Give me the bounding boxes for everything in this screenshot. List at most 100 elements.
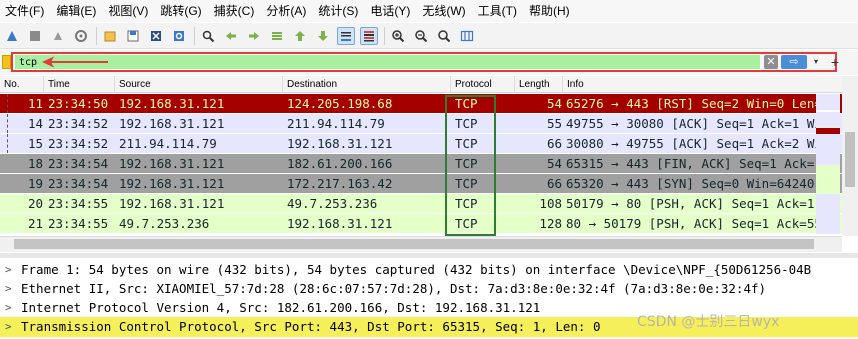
packet-source: 49.7.253.236 <box>119 216 210 231</box>
column-header-time[interactable]: Time <box>44 76 115 93</box>
menu-telephony[interactable]: 电话(Y) <box>364 0 416 22</box>
packet-info: 65315 → 443 [FIN, ACK] Seq=1 Ack=1 W <box>566 156 837 171</box>
add-filter-button[interactable]: + <box>828 53 842 71</box>
packet-time: 23:34:55 <box>48 196 109 211</box>
packet-destination: 192.168.31.121 <box>287 216 393 231</box>
go-forward-icon[interactable] <box>245 27 263 45</box>
go-back-icon[interactable] <box>222 27 240 45</box>
go-first-icon[interactable] <box>291 27 309 45</box>
save-file-icon[interactable] <box>124 27 142 45</box>
packet-destination: 182.61.200.166 <box>287 156 393 171</box>
packet-source: 192.168.31.121 <box>119 116 225 131</box>
packet-row[interactable]: 18 23:34:54 192.168.31.121 182.61.200.16… <box>0 154 842 173</box>
packet-info: 80 → 50179 [PSH, ACK] Seq=1 Ack=55 W <box>566 216 837 231</box>
packet-protocol: TCP <box>455 216 478 231</box>
related-packet-marker <box>7 94 9 113</box>
packet-length: 54 <box>546 96 562 111</box>
packet-length: 128 <box>539 216 562 231</box>
packet-no: 19 <box>27 176 43 191</box>
detail-row-ethernet[interactable]: > Ethernet II, Src: XIAOMIEl_57:7d:28 (2… <box>0 279 858 299</box>
packet-time: 23:34:54 <box>48 156 109 171</box>
packet-no: 20 <box>27 196 43 211</box>
packet-destination: 211.94.114.79 <box>287 116 385 131</box>
menu-go[interactable]: 跳转(G) <box>154 0 207 22</box>
detail-text: Ethernet II, Src: XIAOMIEl_57:7d:28 (28:… <box>21 281 767 296</box>
zoom-out-icon[interactable] <box>412 27 430 45</box>
menu-analyze[interactable]: 分析(A) <box>260 0 312 22</box>
column-header-info[interactable]: Info <box>563 76 842 93</box>
minimap-strip <box>816 112 840 126</box>
packet-destination: 172.217.163.42 <box>287 176 393 191</box>
bookmark-icon[interactable] <box>2 55 11 69</box>
packet-protocol: TCP <box>455 176 478 191</box>
stop-icon[interactable] <box>26 27 44 45</box>
autoscroll-icon[interactable] <box>337 26 355 45</box>
packet-protocol: TCP <box>455 96 478 111</box>
packet-length: 54 <box>546 156 562 171</box>
packet-no: 14 <box>27 116 43 131</box>
packet-time: 23:34:52 <box>48 136 109 151</box>
packet-row[interactable]: 14 23:34:52 192.168.31.121 211.94.114.79… <box>0 114 842 133</box>
normal-size-icon[interactable] <box>435 27 453 45</box>
menu-view[interactable]: 视图(V) <box>102 0 154 22</box>
filter-history-dropdown[interactable]: ▾ <box>810 55 822 69</box>
packet-row[interactable]: 15 23:34:52 211.94.114.79 192.168.31.121… <box>0 134 842 153</box>
packet-info: 65276 → 443 [RST] Seq=2 Win=0 Len=0 <box>566 96 830 111</box>
packet-row[interactable]: 11 23:34:50 192.168.31.121 124.205.198.6… <box>0 94 842 113</box>
minimap-strip <box>816 94 840 110</box>
minimap-strip <box>816 166 840 194</box>
packet-time: 23:34:55 <box>48 216 109 231</box>
expand-chevron-icon[interactable]: > <box>5 298 12 318</box>
menu-edit[interactable]: 编辑(E) <box>50 0 102 22</box>
packet-info: 49755 → 30080 [ACK] Seq=1 Ack=1 Win <box>566 116 830 131</box>
expand-chevron-icon[interactable]: > <box>5 279 12 299</box>
colorize-icon[interactable] <box>360 26 378 45</box>
menu-statistics[interactable]: 统计(S) <box>312 0 364 22</box>
expand-chevron-icon[interactable]: > <box>5 317 12 337</box>
packet-minimap[interactable] <box>816 94 840 234</box>
red-arrow-annotation <box>42 56 108 68</box>
detail-text: Internet Protocol Version 4, Src: 182.61… <box>21 300 541 315</box>
restart-icon[interactable] <box>49 27 67 45</box>
expand-chevron-icon[interactable]: > <box>5 260 12 280</box>
packet-row[interactable]: 19 23:34:54 192.168.31.121 172.217.163.4… <box>0 174 842 193</box>
apply-filter-button[interactable]: ⇨ <box>781 55 807 69</box>
menu-capture[interactable]: 捕获(C) <box>208 0 261 22</box>
go-last-icon[interactable] <box>314 27 332 45</box>
toolbar-separator <box>384 26 385 45</box>
column-header-length[interactable]: Length <box>515 76 563 93</box>
packet-row[interactable]: 21 23:34:55 49.7.253.236 192.168.31.121 … <box>0 214 842 233</box>
menu-tools[interactable]: 工具(T) <box>472 0 523 22</box>
menu-file[interactable]: 文件(F) <box>0 0 50 22</box>
menu-bar: 文件(F) 编辑(E) 视图(V) 跳转(G) 捕获(C) 分析(A) 统计(S… <box>0 0 858 22</box>
column-header-protocol[interactable]: Protocol <box>451 76 515 93</box>
packet-source: 211.94.114.79 <box>119 136 217 151</box>
resize-columns-icon[interactable] <box>458 27 476 45</box>
column-header-source[interactable]: Source <box>115 76 283 93</box>
go-to-packet-icon[interactable] <box>268 27 286 45</box>
packet-time: 23:34:52 <box>48 116 109 131</box>
find-packet-icon[interactable] <box>199 27 217 45</box>
close-file-icon[interactable] <box>147 27 165 45</box>
packet-no: 15 <box>27 136 43 151</box>
minimap-strip <box>816 194 840 234</box>
minimap-strip <box>816 134 840 164</box>
menu-help[interactable]: 帮助(H) <box>523 0 576 22</box>
column-header-no[interactable]: No. <box>0 76 44 93</box>
options-gear-icon[interactable] <box>72 27 90 45</box>
reload-icon[interactable] <box>170 27 188 45</box>
packet-length: 55 <box>546 116 562 131</box>
vertical-scrollbar-thumb[interactable] <box>845 132 855 187</box>
detail-row-frame[interactable]: > Frame 1: 54 bytes on wire (432 bits), … <box>0 260 858 280</box>
horizontal-scrollbar-thumb[interactable] <box>14 239 814 249</box>
shark-fin-start-icon[interactable] <box>3 27 21 45</box>
open-file-icon[interactable] <box>101 27 119 45</box>
clear-filter-button[interactable]: ✕ <box>764 55 778 69</box>
column-header-destination[interactable]: Destination <box>283 76 451 93</box>
packet-time: 23:34:50 <box>48 96 109 111</box>
menu-wireless[interactable]: 无线(W) <box>416 0 471 22</box>
packet-row[interactable]: 20 23:34:55 192.168.31.121 49.7.253.236 … <box>0 194 842 213</box>
packet-source: 192.168.31.121 <box>119 176 225 191</box>
packet-time: 23:34:54 <box>48 176 109 191</box>
zoom-in-icon[interactable] <box>389 27 407 45</box>
